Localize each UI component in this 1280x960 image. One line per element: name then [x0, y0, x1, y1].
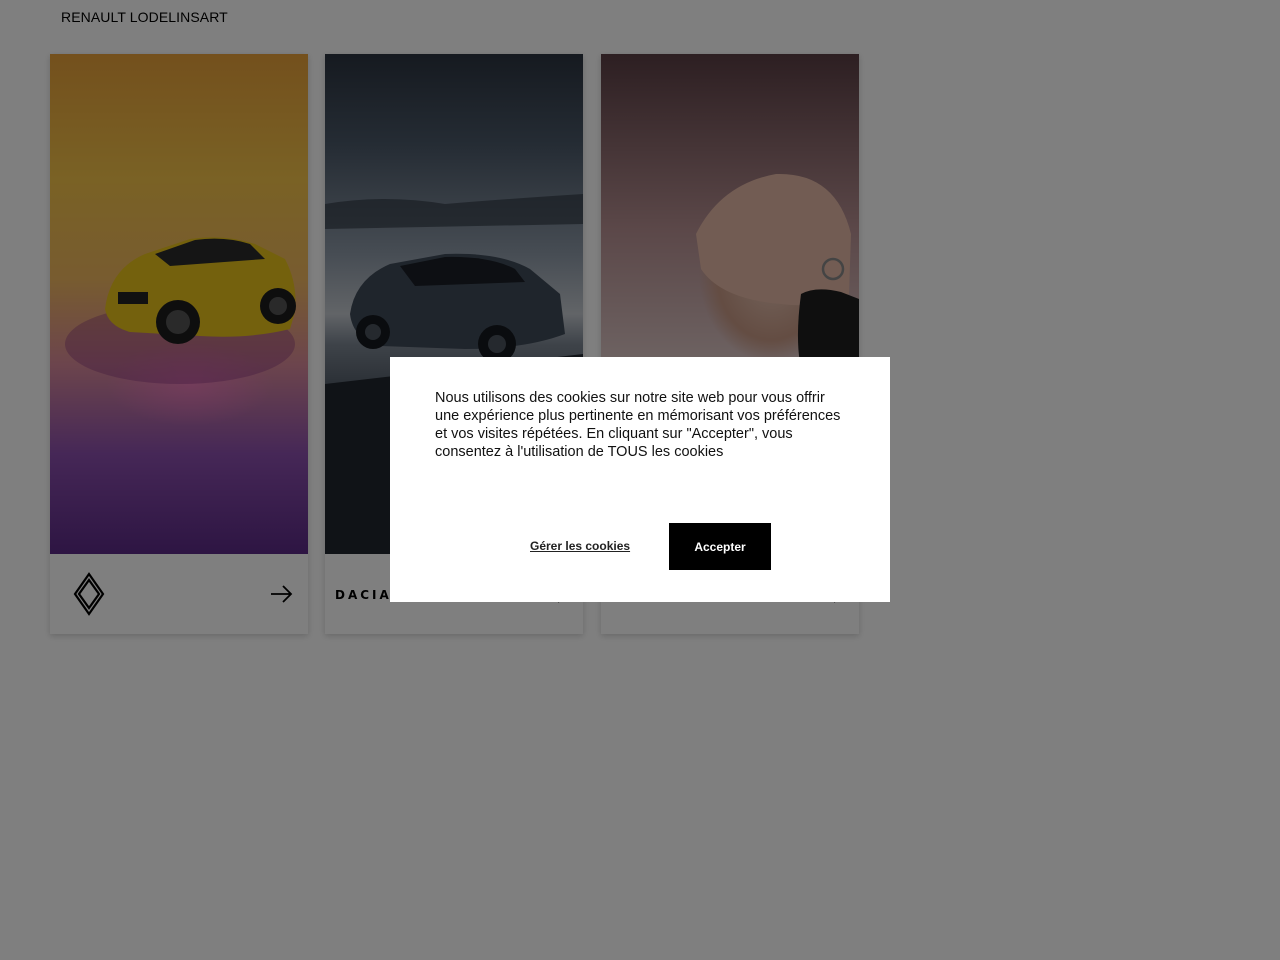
cookie-message: Nous utilisons des cookies sur notre sit… — [435, 390, 841, 460]
cookie-consent-modal: Nous utilisons des cookies sur notre sit… — [390, 357, 890, 602]
manage-cookies-link[interactable]: Gérer les cookies — [530, 539, 630, 553]
accept-cookies-button[interactable]: Accepter — [669, 523, 771, 570]
